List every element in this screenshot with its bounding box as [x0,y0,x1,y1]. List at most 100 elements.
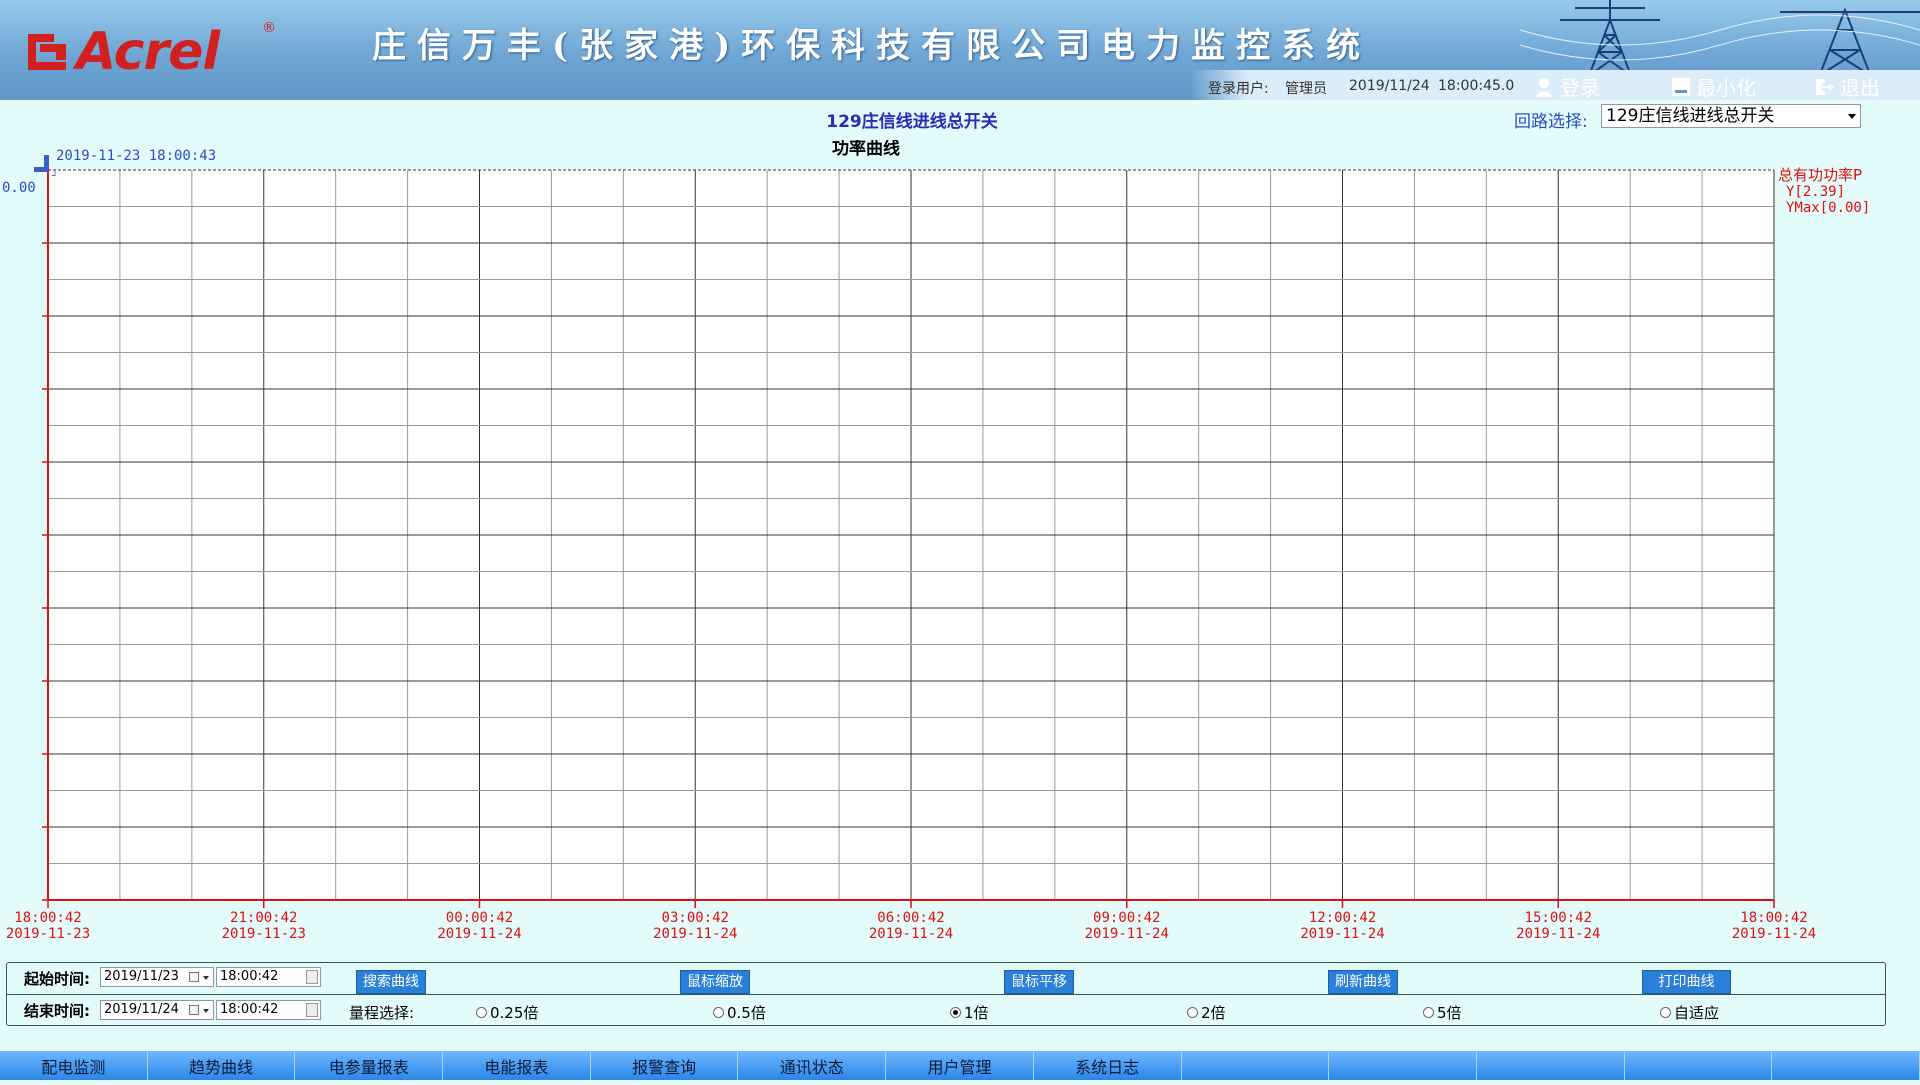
minimize-button[interactable]: 最小化 [1672,72,1756,101]
radio-icon [713,1007,724,1018]
nav-tab-8[interactable] [1182,1051,1330,1080]
nav-tab-6[interactable]: 用户管理 [886,1051,1034,1080]
nav-tab-3[interactable]: 电能报表 [443,1051,591,1080]
legend-series-name: 总有功功率P [1778,166,1862,184]
login-button-label: 登录 [1560,76,1600,100]
range-option-auto[interactable]: 自适应 [1660,1002,1719,1023]
radio-icon [1423,1007,1434,1018]
nav-tab-5[interactable]: 通讯状态 [738,1051,887,1080]
end-time-label: 结束时间: [24,1002,90,1020]
nav-tab-2[interactable]: 电参量报表 [295,1051,444,1080]
nav-tab-12[interactable] [1772,1051,1920,1080]
exit-button[interactable]: 退出 [1814,72,1880,101]
x-tick-date-label: 2019-11-24 [1300,926,1384,940]
x-tick-time-label: 21:00:42 [230,910,297,926]
current-date: 2019/11/24 [1349,78,1430,94]
chevron-down-icon[interactable] [203,976,209,980]
user-icon [1535,77,1553,97]
x-tick-date-label: 2019-11-24 [437,926,521,940]
x-tick-date-label: 2019-11-24 [1732,926,1816,940]
start-time-field[interactable]: 18:00:42 [216,967,321,987]
range-option-0.5x[interactable]: 0.5倍 [713,1002,766,1023]
spinner-icon[interactable] [306,1003,318,1017]
login-user-label: 登录用户: [1208,81,1269,97]
mouse-zoom-button[interactable]: 鼠标缩放 [680,970,750,994]
start-date-value: 2019/11/23 [104,969,179,984]
y-tick-label: 0.00 [2,180,36,196]
range-option-2x[interactable]: 2倍 [1187,1002,1226,1023]
chart-title: 功率曲线 [832,140,900,159]
legend-ymax: YMax[0.00] [1786,200,1870,216]
range-option-0.25x[interactable]: 0.25倍 [476,1002,538,1023]
radio-selected-icon [950,1007,961,1018]
chevron-down-icon[interactable] [203,1009,209,1013]
range-option-label: 5倍 [1437,1004,1462,1022]
x-tick-time-label: 18:00:42 [14,910,81,926]
x-tick-time-label: 18:00:42 [1740,910,1807,926]
x-tick-date-label: 2019-11-24 [1085,926,1169,940]
panel-divider [7,994,1885,995]
x-tick-time-label: 03:00:42 [662,910,729,926]
nav-tab-10[interactable] [1477,1051,1625,1080]
range-option-label: 0.25倍 [490,1004,539,1022]
legend-y-value: Y[2.39] [1786,184,1845,200]
login-button[interactable]: 登录 [1534,72,1600,101]
x-tick-date-label: 2019-11-24 [869,926,953,940]
end-date-field[interactable]: 2019/11/24 [100,1000,214,1020]
search-curve-button[interactable]: 搜索曲线 [356,970,426,994]
refresh-curve-button[interactable]: 刷新曲线 [1328,970,1398,994]
chevron-down-icon [1848,114,1856,119]
radio-icon [1187,1007,1198,1018]
nav-tab-1[interactable]: 趋势曲线 [148,1051,296,1080]
x-tick-time-label: 00:00:42 [446,910,513,926]
app-header: Acrel ® 庄信万丰(张家港)环保科技有限公司电力监控系统 [0,0,1920,100]
current-time: 18:00:45.0 [1438,78,1515,94]
nav-tab-9[interactable] [1329,1051,1477,1080]
print-curve-button[interactable]: 打印曲线 [1642,970,1731,994]
cursor-time-label: 2019-11-23 18:00:43 [56,148,216,164]
nav-tab-11[interactable] [1625,1051,1773,1080]
cursor-marker [44,155,49,169]
mouse-pan-button[interactable]: 鼠标平移 [1004,970,1074,994]
start-date-field[interactable]: 2019/11/23 [100,967,214,987]
radio-icon [476,1007,487,1018]
nav-tab-4[interactable]: 报警查询 [591,1051,739,1080]
power-chart[interactable]: 18:00:422019-11-2321:00:422019-11-2300:0… [0,140,1920,940]
nav-tab-0[interactable]: 配电监测 [0,1051,148,1080]
minimize-button-label: 最小化 [1696,76,1756,100]
end-time-value: 18:00:42 [220,1002,279,1017]
exit-icon [1816,78,1834,95]
x-tick-time-label: 06:00:42 [877,910,944,926]
range-option-label: 0.5倍 [727,1004,766,1022]
login-user-name: 管理员 [1285,81,1327,97]
circuit-select-label: 回路选择: [1514,112,1588,132]
range-option-5x[interactable]: 5倍 [1423,1002,1462,1023]
system-title: 庄信万丰(张家港)环保科技有限公司电力监控系统 [372,26,1372,66]
start-time-label: 起始时间: [24,970,90,988]
radio-icon [1660,1007,1671,1018]
range-option-label: 2倍 [1201,1004,1226,1022]
brand-name: Acrel [76,22,220,82]
start-time-value: 18:00:42 [220,969,279,984]
cursor-corner-mark: ┘ [52,169,58,182]
circuit-select[interactable]: 129庄信线进线总开关 [1601,104,1861,128]
circuit-select-value: 129庄信线进线总开关 [1606,106,1775,126]
registered-mark: ® [262,20,276,36]
x-tick-date-label: 2019-11-23 [6,926,90,940]
x-tick-date-label: 2019-11-24 [1516,926,1600,940]
main-nav: 配电监测 趋势曲线 电参量报表 电能报表 报警查询 通讯状态 用户管理 系统日志 [0,1051,1920,1080]
x-tick-date-label: 2019-11-24 [653,926,737,940]
range-option-label: 1倍 [964,1004,989,1022]
x-tick-time-label: 12:00:42 [1309,910,1376,926]
range-option-1x[interactable]: 1倍 [950,1002,989,1023]
brand-logo: Acrel ® [26,20,276,82]
calendar-icon[interactable] [189,1005,199,1015]
minimize-icon [1672,77,1690,96]
exit-button-label: 退出 [1840,76,1880,100]
nav-tab-7[interactable]: 系统日志 [1034,1051,1182,1080]
calendar-icon[interactable] [189,972,199,982]
range-select-label: 量程选择: [349,1004,415,1022]
end-time-field[interactable]: 18:00:42 [216,1000,321,1020]
x-tick-time-label: 09:00:42 [1093,910,1160,926]
spinner-icon[interactable] [306,970,318,984]
